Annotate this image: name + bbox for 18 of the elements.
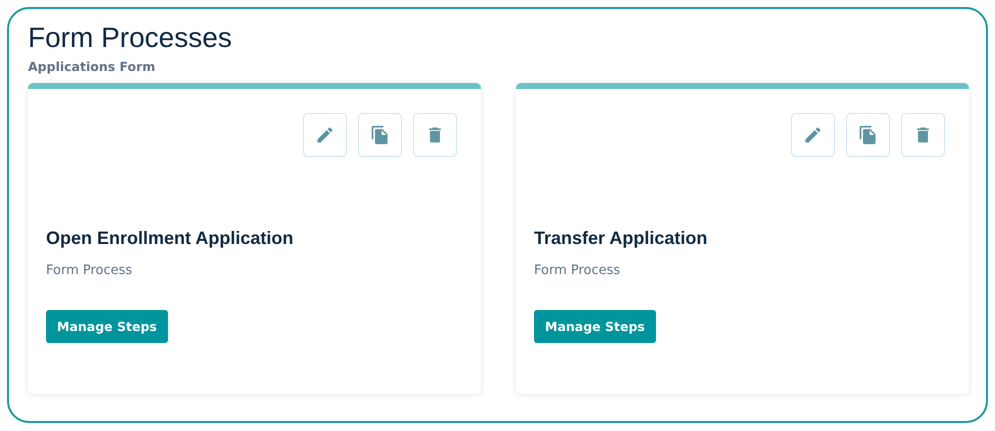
- card-type: Form Process: [534, 263, 620, 278]
- manage-steps-button[interactable]: Manage Steps: [46, 310, 168, 343]
- copy-icon: [370, 125, 390, 145]
- card-title: Open Enrollment Application: [46, 228, 294, 249]
- pencil-icon: [803, 125, 823, 145]
- copy-button[interactable]: [846, 113, 890, 157]
- pencil-icon: [315, 125, 335, 145]
- copy-icon: [858, 125, 878, 145]
- page-title: Form Processes: [28, 21, 233, 55]
- delete-button[interactable]: [413, 113, 457, 157]
- delete-button[interactable]: [901, 113, 945, 157]
- copy-button[interactable]: [358, 113, 402, 157]
- card-type: Form Process: [46, 263, 132, 278]
- page-subtitle: Applications Form: [28, 59, 156, 75]
- edit-button[interactable]: [303, 113, 347, 157]
- card-title: Transfer Application: [534, 228, 708, 249]
- edit-button[interactable]: [791, 113, 835, 157]
- manage-steps-button[interactable]: Manage Steps: [534, 310, 656, 343]
